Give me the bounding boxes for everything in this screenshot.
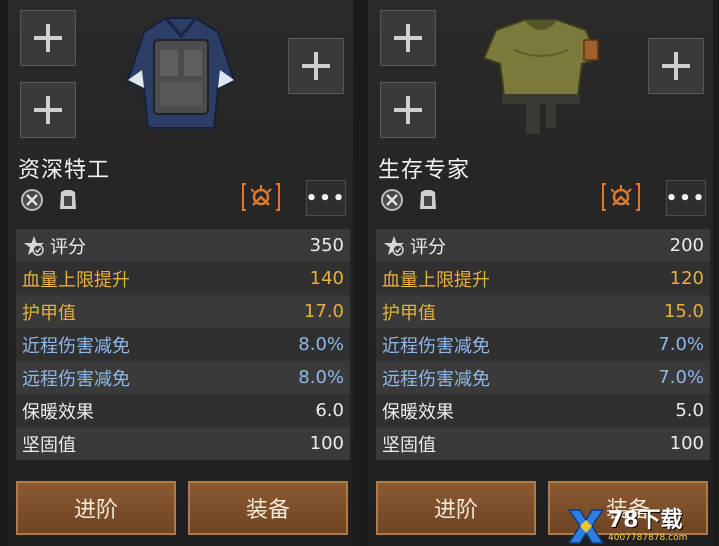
survival-top-image — [482, 19, 600, 134]
site-watermark: 78下载 4007787878.com — [566, 507, 719, 546]
vest-type-icon — [54, 186, 82, 214]
add-slot-button[interactable] — [20, 82, 76, 138]
add-slot-button[interactable] — [380, 82, 436, 138]
stats-list: 评分 200 血量上限提升 120 护甲值 15.0 近程伤害减免 7.0% 远… — [376, 229, 710, 460]
stat-row-score: 评分 350 — [16, 229, 350, 262]
stat-value: 7.0% — [658, 367, 704, 388]
watermark-x-logo-icon — [567, 509, 605, 544]
stat-label: 护甲值 — [22, 302, 76, 324]
stat-row-armor: 护甲值 15.0 — [376, 295, 710, 328]
plus-icon — [34, 24, 62, 52]
plus-icon — [34, 96, 62, 124]
rank-badge-icon — [242, 181, 280, 213]
stat-row-melee: 近程伤害减免 7.0% — [376, 328, 710, 361]
stat-value: 6.0 — [315, 400, 344, 421]
add-slot-button[interactable] — [288, 38, 344, 94]
stat-row-durability: 坚固值 100 — [376, 427, 710, 460]
stat-label: 保暖效果 — [22, 401, 94, 423]
stat-value: 140 — [309, 268, 344, 289]
no-melee-tag-icon — [378, 186, 406, 214]
rank-badge-icon — [602, 181, 640, 213]
stat-row-warmth: 保暖效果 5.0 — [376, 394, 710, 427]
star-check-icon — [384, 235, 404, 256]
add-slot-button[interactable] — [648, 38, 704, 94]
stat-row-ranged: 远程伤害减免 8.0% — [16, 361, 350, 394]
no-melee-tag-icon — [18, 186, 46, 214]
stat-label: 近程伤害减免 — [382, 335, 490, 357]
stat-value: 200 — [669, 235, 704, 256]
stat-label: 保暖效果 — [382, 401, 454, 423]
add-slot-button[interactable] — [380, 10, 436, 66]
stat-label: 远程伤害减免 — [22, 368, 130, 390]
watermark-url: 4007787878.com — [608, 533, 688, 543]
stat-value: 8.0% — [298, 334, 344, 355]
stat-value: 17.0 — [303, 301, 344, 322]
stat-value: 7.0% — [658, 334, 704, 355]
stat-value: 120 — [669, 268, 704, 289]
stat-row-armor: 护甲值 17.0 — [16, 295, 350, 328]
add-slot-button[interactable] — [20, 10, 76, 66]
stat-label: 近程伤害减免 — [22, 335, 130, 357]
item-name: 资深特工 — [18, 158, 111, 183]
stat-label: 评分 — [410, 236, 446, 258]
stat-label: 血量上限提升 — [22, 269, 130, 291]
stat-label: 评分 — [50, 236, 86, 258]
stat-label: 护甲值 — [382, 302, 436, 324]
watermark-title: 78下载 — [608, 508, 683, 533]
stat-value: 100 — [669, 433, 704, 454]
tactical-vest-shirt-image — [126, 17, 236, 129]
stat-row-ranged: 远程伤害减免 7.0% — [376, 361, 710, 394]
equip-button[interactable]: 装备 — [188, 481, 348, 535]
more-options-button[interactable]: ••• — [306, 180, 346, 216]
advance-button[interactable]: 进阶 — [376, 481, 536, 535]
stat-label: 坚固值 — [22, 434, 76, 456]
advance-button[interactable]: 进阶 — [16, 481, 176, 535]
stat-value: 15.0 — [663, 301, 704, 322]
item-card-right: 生存专家 ••• 评分 200 血量上限提升 120 护甲值 15.0 近程伤害… — [368, 0, 713, 546]
plus-icon — [394, 96, 422, 124]
more-options-button[interactable]: ••• — [666, 180, 706, 216]
stat-row-warmth: 保暖效果 6.0 — [16, 394, 350, 427]
plus-icon — [302, 52, 330, 80]
stat-value: 8.0% — [298, 367, 344, 388]
stat-row-durability: 坚固值 100 — [16, 427, 350, 460]
stat-value: 100 — [309, 433, 344, 454]
vest-type-icon — [414, 186, 442, 214]
stat-label: 坚固值 — [382, 434, 436, 456]
item-card-left: 资深特工 ••• 评分 350 血量上限提升 140 护甲值 17.0 近程伤害… — [8, 0, 353, 546]
stat-label: 远程伤害减免 — [382, 368, 490, 390]
plus-icon — [394, 24, 422, 52]
plus-icon — [662, 52, 690, 80]
stat-label: 血量上限提升 — [382, 269, 490, 291]
stat-row-melee: 近程伤害减免 8.0% — [16, 328, 350, 361]
stat-row-score: 评分 200 — [376, 229, 710, 262]
item-name: 生存专家 — [378, 158, 471, 183]
stat-row-hp: 血量上限提升 140 — [16, 262, 350, 295]
star-check-icon — [24, 235, 44, 256]
stats-list: 评分 350 血量上限提升 140 护甲值 17.0 近程伤害减免 8.0% 远… — [16, 229, 350, 460]
stat-value: 5.0 — [675, 400, 704, 421]
stat-value: 350 — [309, 235, 344, 256]
stat-row-hp: 血量上限提升 120 — [376, 262, 710, 295]
